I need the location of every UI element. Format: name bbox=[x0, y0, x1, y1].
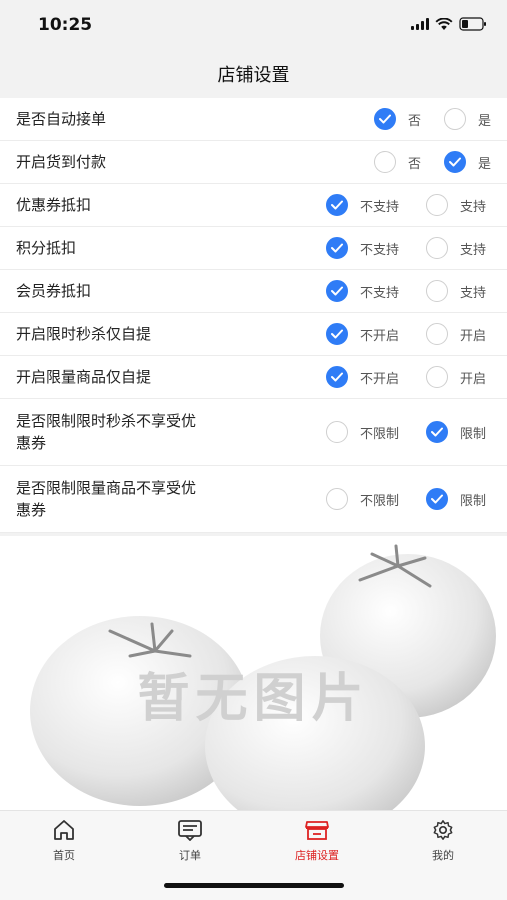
radio-option[interactable]: 不开启 bbox=[326, 323, 399, 345]
setting-row: 是否限制限时秒杀不享受优惠券 不限制 限制 bbox=[0, 399, 507, 466]
radio-button[interactable] bbox=[374, 151, 396, 173]
radio-button[interactable] bbox=[426, 280, 448, 302]
radio-label: 不限制 bbox=[360, 426, 400, 442]
radio-option[interactable]: 不限制 bbox=[326, 421, 399, 443]
wifi-icon bbox=[435, 17, 453, 31]
setting-label: 是否限制限时秒杀不享受优惠券 bbox=[16, 412, 197, 452]
setting-row: 是否自动接单 否 是 bbox=[0, 98, 507, 141]
radio-button[interactable] bbox=[326, 323, 348, 345]
radio-option[interactable]: 支持 bbox=[426, 280, 486, 302]
radio-button[interactable] bbox=[326, 280, 348, 302]
radio-label: 不开启 bbox=[360, 371, 400, 387]
gear-icon bbox=[433, 820, 453, 840]
radio-button[interactable] bbox=[426, 237, 448, 259]
radio-button[interactable] bbox=[326, 237, 348, 259]
radio-option[interactable]: 不支持 bbox=[326, 280, 399, 302]
home-indicator bbox=[164, 883, 344, 888]
radio-button[interactable] bbox=[426, 488, 448, 510]
radio-option[interactable]: 不支持 bbox=[326, 237, 399, 259]
radio-option[interactable]: 否 bbox=[374, 151, 421, 173]
radio-label: 限制 bbox=[460, 426, 487, 442]
status-time: 10:25 bbox=[38, 15, 93, 35]
settings-list: 是否自动接单否是开启货到付款否是优惠券抵扣 不支持 支持 积分抵扣 不支持 支持 会员券抵扣… bbox=[0, 98, 507, 533]
signal-icon bbox=[411, 18, 429, 30]
radio-label: 否 bbox=[408, 113, 422, 129]
setting-row: 开启限时秒杀仅自提 不开启 开启 bbox=[0, 313, 507, 356]
radio-option[interactable]: 限制 bbox=[426, 421, 486, 443]
radio-button[interactable] bbox=[426, 323, 448, 345]
radio-option[interactable]: 否 bbox=[374, 108, 421, 130]
radio-option[interactable]: 不限制 bbox=[326, 488, 399, 510]
setting-row: 是否限制限量商品不享受优惠券 不限制 限制 bbox=[0, 466, 507, 533]
setting-row: 开启货到付款 否 是 bbox=[0, 141, 507, 184]
setting-row: 积分抵扣 不支持 支持 bbox=[0, 227, 507, 270]
tab-label: 店铺设置 bbox=[295, 849, 339, 862]
setting-label: 是否自动接单 bbox=[16, 110, 107, 128]
radio-option[interactable]: 不支持 bbox=[326, 194, 399, 216]
radio-button[interactable] bbox=[326, 366, 348, 388]
setting-label: 积分抵扣 bbox=[16, 239, 77, 257]
radio-label: 限制 bbox=[460, 493, 487, 509]
home-icon bbox=[54, 820, 74, 840]
radio-label: 支持 bbox=[460, 199, 487, 215]
tab-store-settings[interactable]: 店铺设置 bbox=[277, 819, 357, 863]
status-bar: 10:25 bbox=[0, 0, 507, 50]
no-image-text: 暂无图片 bbox=[137, 669, 370, 729]
radio-label: 支持 bbox=[460, 285, 487, 301]
status-icons bbox=[411, 17, 487, 31]
radio-label: 开启 bbox=[460, 371, 487, 387]
radio-label: 否 bbox=[408, 156, 422, 172]
radio-label: 开启 bbox=[460, 328, 487, 344]
radio-label: 是 bbox=[478, 113, 492, 129]
radio-button[interactable] bbox=[426, 194, 448, 216]
placeholder-image: 暂无图片 bbox=[0, 536, 507, 810]
setting-label: 开启限量商品仅自提 bbox=[16, 368, 152, 386]
tab-mine[interactable]: 我的 bbox=[403, 819, 483, 863]
radio-option[interactable]: 是 bbox=[444, 151, 491, 173]
radio-label: 不支持 bbox=[360, 242, 400, 258]
radio-label: 不支持 bbox=[360, 285, 400, 301]
nav-bar: 店铺设置 bbox=[0, 50, 507, 98]
store-icon bbox=[305, 821, 329, 840]
radio-option[interactable]: 开启 bbox=[426, 366, 486, 388]
radio-button[interactable] bbox=[444, 108, 466, 130]
setting-label: 是否限制限量商品不享受优惠券 bbox=[16, 479, 197, 519]
setting-row: 优惠券抵扣 不支持 支持 bbox=[0, 184, 507, 227]
radio-label: 是 bbox=[478, 156, 492, 172]
radio-label: 不支持 bbox=[360, 199, 400, 215]
page-title: 店铺设置 bbox=[217, 65, 290, 86]
radio-button[interactable] bbox=[426, 421, 448, 443]
radio-option[interactable]: 支持 bbox=[426, 237, 486, 259]
radio-label: 不限制 bbox=[360, 493, 400, 509]
radio-option[interactable]: 限制 bbox=[426, 488, 486, 510]
setting-label: 优惠券抵扣 bbox=[16, 196, 92, 214]
tab-orders[interactable]: 订单 bbox=[150, 819, 230, 863]
radio-button[interactable] bbox=[326, 421, 348, 443]
tab-home[interactable]: 首页 bbox=[24, 819, 104, 863]
radio-label: 不开启 bbox=[360, 328, 400, 344]
order-icon bbox=[178, 820, 202, 841]
radio-option[interactable]: 支持 bbox=[426, 194, 486, 216]
setting-row: 会员券抵扣 不支持 支持 bbox=[0, 270, 507, 313]
setting-row: 开启限量商品仅自提 不开启 开启 bbox=[0, 356, 507, 399]
setting-label: 开启货到付款 bbox=[16, 153, 107, 171]
setting-label: 开启限时秒杀仅自提 bbox=[16, 325, 152, 343]
battery-icon bbox=[459, 17, 487, 31]
radio-option[interactable]: 开启 bbox=[426, 323, 486, 345]
tab-label: 首页 bbox=[53, 849, 75, 862]
setting-label: 会员券抵扣 bbox=[16, 282, 92, 300]
radio-option[interactable]: 是 bbox=[444, 108, 491, 130]
radio-label: 支持 bbox=[460, 242, 487, 258]
radio-button[interactable] bbox=[426, 366, 448, 388]
radio-button[interactable] bbox=[326, 488, 348, 510]
radio-button[interactable] bbox=[444, 151, 466, 173]
tab-label: 订单 bbox=[179, 849, 201, 862]
radio-button[interactable] bbox=[326, 194, 348, 216]
radio-option[interactable]: 不开启 bbox=[326, 366, 399, 388]
tab-label: 我的 bbox=[432, 849, 454, 862]
radio-button[interactable] bbox=[374, 108, 396, 130]
